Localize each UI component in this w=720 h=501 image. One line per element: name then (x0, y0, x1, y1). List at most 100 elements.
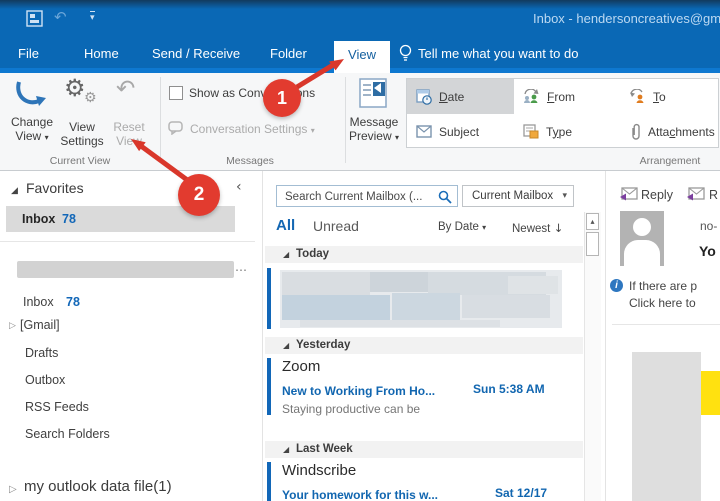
conversation-settings-button[interactable]: Conversation Settings ▾ (190, 122, 315, 136)
outlook-app-icon[interactable] (26, 10, 43, 27)
email-item-windscribe[interactable]: Windscribe Your homework for this w... S… (282, 462, 582, 501)
outlook-window: ↶ ▾ Inbox - hendersoncreatives@gm File H… (0, 0, 720, 501)
undo-icon[interactable]: ↶ (54, 8, 67, 26)
group-expand-icon: ◢ (283, 250, 289, 259)
unread-indicator (267, 462, 271, 501)
group-header-today[interactable]: ◢ Today (265, 246, 583, 263)
type-icon (523, 124, 539, 139)
reset-view-label: Reset (113, 120, 144, 134)
pane-divider (605, 171, 606, 501)
email-subject: New to Working From Ho... (282, 384, 435, 398)
group-expand-icon: ◢ (283, 341, 289, 350)
arrange-by-subject[interactable]: Subject (407, 114, 514, 148)
sidebar-item-rss-feeds[interactable]: RSS Feeds (25, 400, 89, 414)
arrange-by-type[interactable]: Type (514, 114, 620, 148)
list-scrollbar[interactable]: ▴ (584, 212, 601, 501)
ribbon-tab-row: File Home Send / Receive Folder View Tel… (0, 38, 720, 68)
highlight-block (701, 371, 720, 415)
reply-all-button[interactable]: R (709, 188, 720, 202)
group-label-current-view: Current View (10, 155, 150, 167)
reply-icon (620, 187, 638, 201)
reset-view-button[interactable]: ↶ Reset View (108, 78, 150, 144)
change-view-label: Change (11, 115, 53, 129)
chevron-down-icon: ▾ (395, 133, 399, 142)
arrow-down-icon: ↓ (554, 221, 564, 235)
email-sender: Zoom (282, 358, 582, 375)
account-options-ellipsis[interactable]: ⋯ (235, 263, 247, 277)
divider (0, 241, 255, 242)
search-icon[interactable] (438, 190, 452, 204)
chevron-down-icon: ▾ (45, 133, 49, 142)
group-divider (345, 77, 346, 163)
arrangement-gallery: Date From (406, 78, 719, 148)
favorites-header[interactable]: Favorites (26, 180, 84, 196)
search-input[interactable] (283, 187, 437, 207)
qat-customize-icon[interactable]: ▾ (90, 11, 95, 23)
tab-file[interactable]: File (18, 46, 39, 61)
change-view-button[interactable]: Change View ▾ (10, 78, 54, 144)
chevron-down-icon: ▾ (562, 186, 567, 206)
subject-icon (416, 125, 432, 138)
pane-divider (262, 171, 263, 501)
gear-small-icon: ⚙ (84, 90, 97, 106)
date-icon (416, 89, 432, 105)
ribbon: Change View ▾ ⚙ ⚙ View Settings ↶ Reset … (0, 73, 720, 171)
email-item-zoom[interactable]: Zoom New to Working From Ho... Sun 5:38 … (282, 358, 582, 420)
filter-unread[interactable]: Unread (313, 218, 359, 234)
message-sender: no- (700, 219, 720, 233)
tell-me-box[interactable]: Tell me what you want to do (418, 46, 578, 61)
tab-view-selected[interactable]: View (334, 41, 390, 73)
group-header-last-week[interactable]: ◢ Last Week (265, 441, 583, 458)
sidebar-item-drafts[interactable]: Drafts (25, 346, 58, 360)
view-settings-button[interactable]: ⚙ ⚙ View Settings (58, 78, 106, 144)
sort-by-dropdown[interactable]: By Date ▾ (438, 221, 486, 233)
gmail-expand-icon[interactable]: ▷ (9, 321, 16, 331)
from-icon (523, 89, 540, 104)
scrollbar-thumb[interactable] (586, 232, 599, 256)
message-preview-icon (359, 78, 389, 110)
tab-send-receive[interactable]: Send / Receive (152, 46, 240, 61)
scroll-up-button[interactable]: ▴ (586, 213, 599, 230)
group-header-yesterday[interactable]: ◢ Yesterday (265, 337, 583, 354)
filter-all-selected[interactable]: All (276, 217, 295, 234)
blurred-email-preview[interactable] (280, 270, 562, 328)
account-name-blurred[interactable] (17, 261, 234, 278)
arrange-by-date[interactable]: Date (407, 79, 514, 114)
sidebar-item-data-file[interactable]: my outlook data file(1) (24, 478, 172, 495)
message-preview-button[interactable]: Message Preview ▾ (348, 78, 400, 150)
callout-1: 1 (263, 79, 301, 117)
sidebar-item-search-folders[interactable]: Search Folders (25, 427, 110, 441)
sort-order-toggle[interactable]: Newest ↓ (512, 221, 563, 235)
group-expand-icon: ◢ (283, 445, 289, 454)
view-settings-label: View (69, 120, 95, 134)
info-bar[interactable]: i If there are p Click here to (610, 277, 720, 317)
sidebar-item-gmail[interactable]: [Gmail] (20, 318, 60, 332)
sidebar-item-inbox[interactable]: Inbox 78 (23, 293, 80, 311)
reply-button[interactable]: Reply (641, 188, 673, 202)
reply-all-icon (687, 187, 705, 201)
sidebar-item-outbox[interactable]: Outbox (25, 373, 65, 387)
message-subject: Yo (699, 243, 720, 259)
gear-icon: ⚙ (64, 74, 86, 102)
lightbulb-icon (399, 44, 412, 62)
unread-indicator (267, 268, 271, 329)
sender-avatar (620, 211, 664, 266)
divider (612, 324, 720, 325)
window-title: Inbox - hendersoncreatives@gm (533, 11, 720, 26)
collapse-folder-pane-icon[interactable]: ‹ (236, 179, 242, 195)
conversation-settings-icon (168, 121, 184, 135)
favorites-expand-icon[interactable]: ◢ (11, 186, 18, 196)
search-box (276, 185, 458, 207)
arrange-by-to[interactable]: To (620, 79, 719, 114)
arrange-by-from[interactable]: From (514, 79, 620, 114)
search-scope-dropdown[interactable]: Current Mailbox ▾ (462, 185, 574, 207)
title-bar: ↶ ▾ Inbox - hendersoncreatives@gm (0, 0, 720, 38)
callout-2: 2 (178, 174, 220, 216)
tab-home[interactable]: Home (84, 46, 119, 61)
data-file-expand-icon[interactable]: ▷ (9, 484, 17, 495)
change-view-icon (13, 78, 47, 110)
show-as-conversations-checkbox[interactable] (169, 86, 183, 100)
email-time: Sun 5:38 AM (473, 382, 545, 396)
arrange-by-attachments[interactable]: Attachments (620, 114, 719, 148)
tab-folder[interactable]: Folder (270, 46, 307, 61)
